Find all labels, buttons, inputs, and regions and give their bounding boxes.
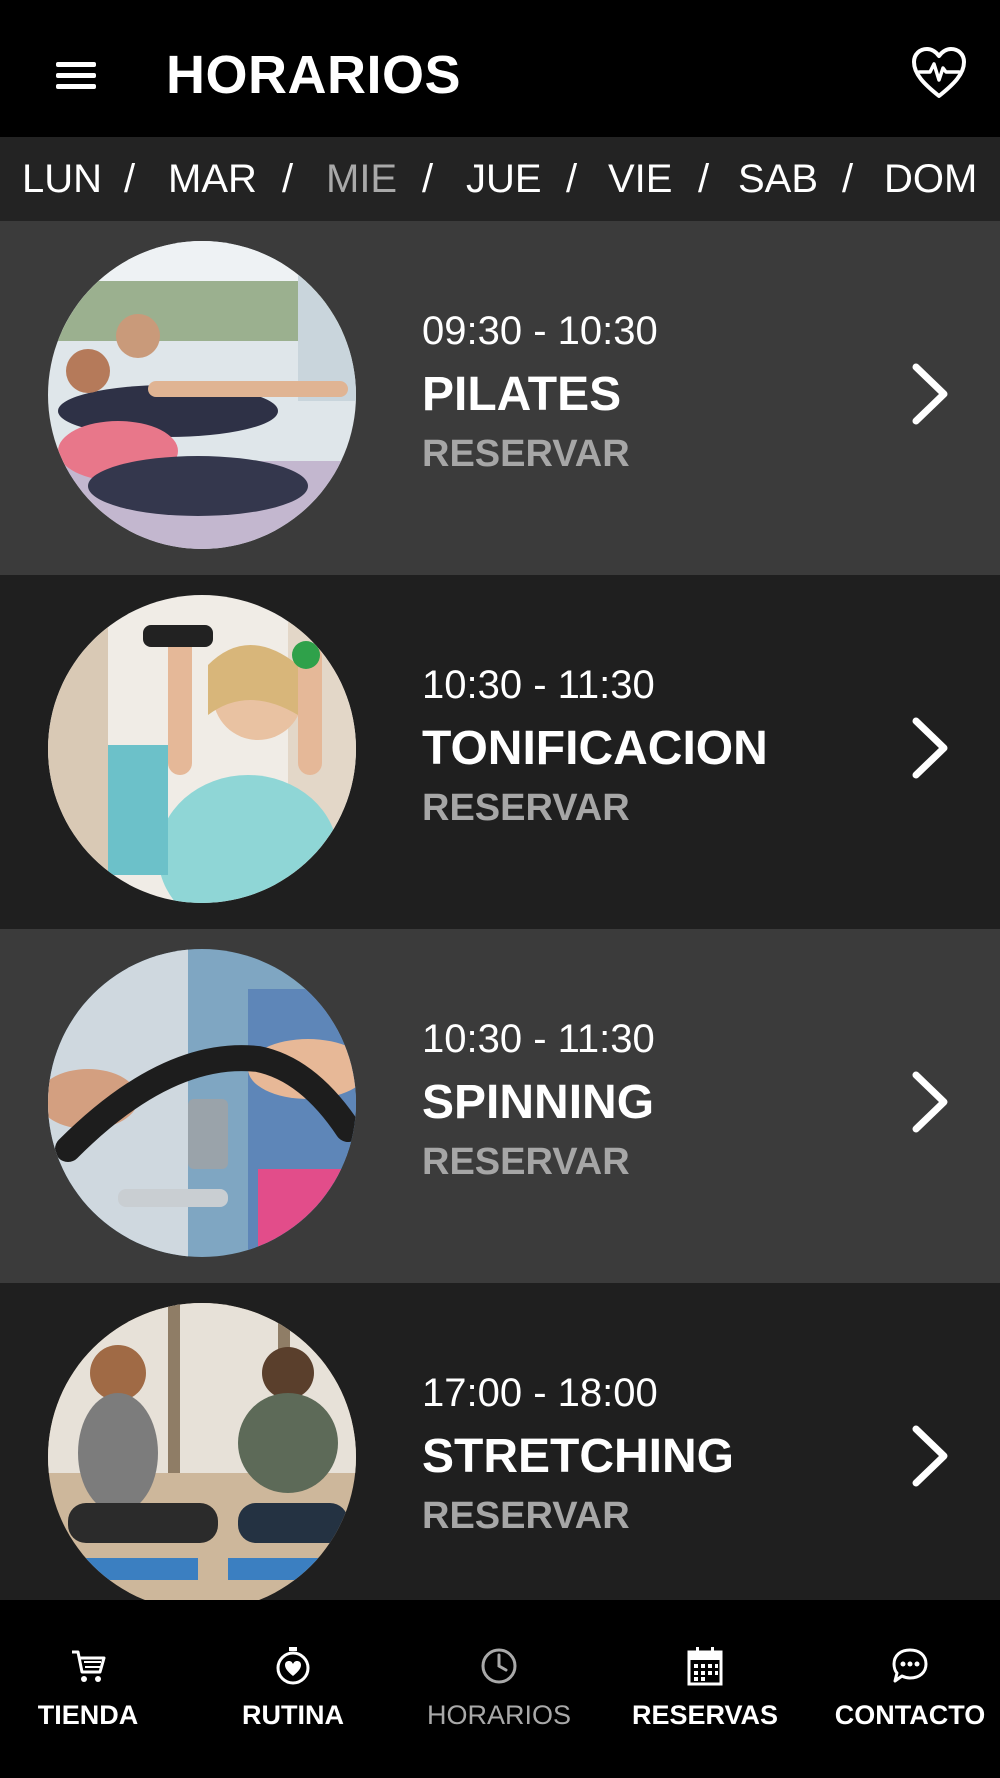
- class-name: SPINNING: [422, 1076, 655, 1129]
- day-tab-mie[interactable]: MIE: [326, 157, 397, 202]
- chevron-right-icon[interactable]: [906, 1421, 956, 1491]
- day-tab-jue[interactable]: JUE: [466, 157, 542, 202]
- nav-label: RUTINA: [242, 1700, 344, 1730]
- chevron-right-icon[interactable]: [906, 713, 956, 783]
- reserve-link[interactable]: RESERVAR: [422, 1495, 630, 1538]
- nav-label: HORARIOS: [426, 1700, 572, 1730]
- nav-tienda[interactable]: TIENDA: [0, 1600, 188, 1778]
- nav-label: CONTACTO: [834, 1700, 986, 1730]
- hamburger-menu-icon[interactable]: [56, 62, 96, 90]
- class-name: PILATES: [422, 368, 622, 421]
- class-item-spinning[interactable]: 10:30 - 11:30 SPINNING RESERVAR: [0, 929, 1000, 1283]
- day-tab-sab[interactable]: SAB: [738, 157, 818, 202]
- class-photo: [48, 949, 356, 1257]
- app-header: HORARIOS: [0, 0, 1000, 137]
- nav-contacto[interactable]: CONTACTO: [810, 1600, 1000, 1778]
- nav-reservas[interactable]: RESERVAS: [605, 1600, 805, 1778]
- reserve-link[interactable]: RESERVAR: [422, 787, 630, 830]
- class-time: 10:30 - 11:30: [422, 1017, 655, 1061]
- day-tab-lun[interactable]: LUN: [22, 157, 102, 202]
- chevron-right-icon[interactable]: [906, 1067, 956, 1137]
- chevron-right-icon[interactable]: [906, 359, 956, 429]
- nav-label: TIENDA: [37, 1700, 139, 1730]
- day-separator: /: [566, 157, 578, 201]
- reserve-link[interactable]: RESERVAR: [422, 1141, 630, 1184]
- heart-pulse-icon[interactable]: [910, 44, 968, 102]
- cart-icon: [72, 1650, 106, 1682]
- nav-horarios[interactable]: HORARIOS: [399, 1600, 599, 1778]
- page-title: HORARIOS: [166, 45, 462, 105]
- day-tab-dom[interactable]: DOM: [884, 157, 977, 202]
- class-name: TONIFICACION: [422, 722, 768, 775]
- day-separator: /: [124, 157, 136, 201]
- day-separator: /: [842, 157, 854, 201]
- class-time: 17:00 - 18:00: [422, 1371, 658, 1415]
- class-item-stretching[interactable]: 17:00 - 18:00 STRETCHING RESERVAR: [0, 1283, 1000, 1611]
- class-time: 09:30 - 10:30: [422, 309, 658, 353]
- chat-bubble-icon: [892, 1648, 928, 1683]
- day-tab-vie[interactable]: VIE: [608, 157, 672, 202]
- day-selector: LUN / MAR / MIE / JUE / VIE / SAB / DOM: [0, 137, 1000, 221]
- class-photo: [48, 1303, 356, 1611]
- bottom-navigation: TIENDA RUTINA HORARIOS RESERVAS CONTACTO: [0, 1600, 1000, 1778]
- class-name: STRETCHING: [422, 1430, 734, 1483]
- day-tab-mar[interactable]: MAR: [168, 157, 257, 202]
- calendar-icon: [687, 1647, 723, 1686]
- day-separator: /: [282, 157, 294, 201]
- class-photo: [48, 595, 356, 903]
- day-separator: /: [698, 157, 710, 201]
- class-item-pilates[interactable]: 09:30 - 10:30 PILATES RESERVAR: [0, 221, 1000, 575]
- class-item-tonificacion[interactable]: 10:30 - 11:30 TONIFICACION RESERVAR: [0, 575, 1000, 929]
- reserve-link[interactable]: RESERVAR: [422, 433, 630, 476]
- clock-icon: [481, 1648, 517, 1684]
- day-separator: /: [422, 157, 434, 201]
- nav-label: RESERVAS: [631, 1700, 779, 1730]
- nav-rutina[interactable]: RUTINA: [193, 1600, 393, 1778]
- class-photo: [48, 241, 356, 549]
- stopwatch-heart-icon: [276, 1647, 310, 1685]
- class-time: 10:30 - 11:30: [422, 663, 655, 707]
